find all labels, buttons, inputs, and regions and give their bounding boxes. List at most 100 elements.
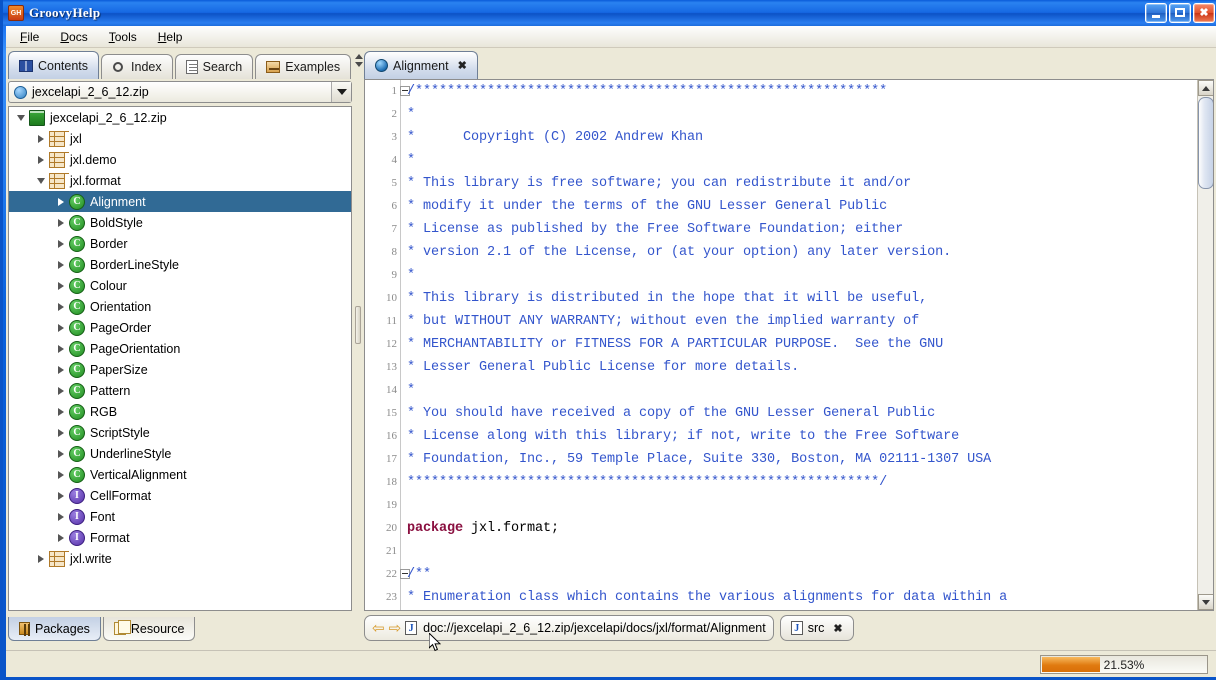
expand-toggle-closed-icon[interactable] — [55, 196, 66, 207]
tab-index[interactable]: Index — [101, 54, 173, 79]
code-line[interactable]: * This library is free software; you can… — [402, 172, 1196, 195]
code-line[interactable]: * You should have received a copy of the… — [402, 402, 1196, 425]
package-tree[interactable]: jexcelapi_2_6_12.zip jxl jxl.demo jxl.forma… — [8, 106, 352, 611]
back-icon[interactable]: ⇦ — [372, 621, 385, 636]
expand-toggle-closed-icon[interactable] — [55, 385, 66, 396]
code-line[interactable]: * License along with this library; if no… — [402, 425, 1196, 448]
code-line[interactable]: /***************************************… — [402, 80, 1196, 103]
tree-node[interactable]: C PaperSize — [9, 359, 351, 380]
code-line[interactable] — [402, 494, 1196, 517]
forward-icon[interactable]: ⇨ — [389, 621, 402, 636]
tree-node[interactable]: I Format — [9, 527, 351, 548]
tree-node[interactable]: C Border — [9, 233, 351, 254]
code-line[interactable]: * Lesser General Public License for more… — [402, 356, 1196, 379]
tree-node[interactable]: C Alignment — [9, 191, 351, 212]
src-tab[interactable]: J src ✖ — [779, 615, 854, 641]
tree-node[interactable]: C ScriptStyle — [9, 422, 351, 443]
code-line[interactable]: * modify it under the terms of the GNU L… — [402, 195, 1196, 218]
expand-toggle-closed-icon[interactable] — [55, 217, 66, 228]
splitter-grip[interactable] — [355, 306, 361, 344]
expand-toggle-closed-icon[interactable] — [55, 343, 66, 354]
tree-node[interactable]: C PageOrientation — [9, 338, 351, 359]
expand-toggle-open-icon[interactable] — [35, 175, 46, 186]
expand-toggle-closed-icon[interactable] — [55, 364, 66, 375]
code-line[interactable] — [402, 540, 1196, 563]
code-line[interactable]: * This library is distributed in the hop… — [402, 287, 1196, 310]
bottom-tab-resource[interactable]: Resource — [102, 617, 196, 641]
code-line[interactable]: /** — [402, 563, 1196, 586]
tree-node[interactable]: C Colour — [9, 275, 351, 296]
expand-toggle-closed-icon[interactable] — [55, 427, 66, 438]
code-line[interactable]: * version 2.1 of the License, or (at you… — [402, 241, 1196, 264]
code-line[interactable]: * Enumeration class which contains the v… — [402, 586, 1196, 609]
tree-node[interactable]: I Font — [9, 506, 351, 527]
split-divider[interactable] — [352, 51, 364, 641]
expand-toggle-closed-icon[interactable] — [55, 301, 66, 312]
tree-node[interactable]: C Pattern — [9, 380, 351, 401]
close-button[interactable]: ✖ — [1193, 3, 1215, 23]
source-editor[interactable]: 1 2 3 4 5 6 7 8 9 10 11 12 13 14 15 16 17 18 19 20 21 22 23 /*… — [364, 79, 1214, 611]
code-content[interactable]: /***************************************… — [402, 80, 1196, 610]
chevron-down-icon[interactable] — [331, 82, 351, 102]
expand-toggle-closed-icon[interactable] — [55, 532, 66, 543]
scroll-up-button[interactable] — [1198, 80, 1213, 96]
expand-toggle-closed-icon[interactable] — [55, 259, 66, 270]
code-line[interactable]: * — [402, 379, 1196, 402]
menu-tools[interactable]: Tools — [105, 28, 141, 46]
editor-tab-close-icon[interactable]: ✖ — [458, 59, 467, 72]
tree-node[interactable]: C BoldStyle — [9, 212, 351, 233]
menu-docs[interactable]: Docs — [56, 28, 91, 46]
code-line[interactable]: package jxl.format; — [402, 517, 1196, 540]
tree-node[interactable]: C Orientation — [9, 296, 351, 317]
expand-toggle-closed-icon[interactable] — [55, 322, 66, 333]
expand-toggle-closed-icon[interactable] — [55, 490, 66, 501]
expand-toggle-closed-icon[interactable] — [35, 553, 46, 564]
tree-node[interactable]: jxl.write — [9, 548, 351, 569]
expand-toggle-closed-icon[interactable] — [55, 406, 66, 417]
tree-node[interactable]: C RGB — [9, 401, 351, 422]
expand-toggle-closed-icon[interactable] — [55, 238, 66, 249]
minimize-button[interactable] — [1145, 3, 1167, 23]
code-line[interactable]: * Foundation, Inc., 59 Temple Place, Sui… — [402, 448, 1196, 471]
code-line[interactable]: * Copyright (C) 2002 Andrew Khan — [402, 126, 1196, 149]
expand-toggle-closed-icon[interactable] — [55, 511, 66, 522]
menu-help[interactable]: Help — [154, 28, 187, 46]
tree-node[interactable]: C PageOrder — [9, 317, 351, 338]
tree-node[interactable]: C UnderlineStyle — [9, 443, 351, 464]
scroll-down-button[interactable] — [1198, 594, 1213, 610]
tree-node[interactable]: C BorderLineStyle — [9, 254, 351, 275]
collapse-left-icon[interactable] — [355, 54, 363, 59]
expand-toggle-closed-icon[interactable] — [35, 133, 46, 144]
src-tab-close-icon[interactable]: ✖ — [833, 622, 842, 635]
menu-file[interactable]: File — [16, 28, 43, 46]
tree-node[interactable]: C VerticalAlignment — [9, 464, 351, 485]
code-line[interactable]: * License as published by the Free Softw… — [402, 218, 1196, 241]
tree-node[interactable]: jxl.format — [9, 170, 351, 191]
expand-toggle-closed-icon[interactable] — [55, 469, 66, 480]
address-bar[interactable]: ⇦ ⇨ J doc://jexcelapi_2_6_12.zip/jexcela… — [364, 615, 774, 641]
expand-toggle-open-icon[interactable] — [15, 112, 26, 123]
collapse-right-icon[interactable] — [355, 62, 363, 67]
tree-node[interactable]: jxl.demo — [9, 149, 351, 170]
code-line[interactable]: * — [402, 149, 1196, 172]
tab-contents[interactable]: Contents — [8, 51, 100, 79]
maximize-button[interactable] — [1169, 3, 1191, 23]
tree-node[interactable]: jexcelapi_2_6_12.zip — [9, 107, 351, 128]
tab-search[interactable]: Search — [174, 54, 254, 79]
code-line[interactable]: * — [402, 103, 1196, 126]
scrollbar-thumb[interactable] — [1198, 97, 1213, 189]
code-line[interactable]: ****************************************… — [402, 471, 1196, 494]
bottom-tab-packages[interactable]: Packages — [8, 617, 101, 641]
editor-tab-alignment[interactable]: Alignment ✖ — [364, 51, 478, 79]
code-line[interactable]: * — [402, 264, 1196, 287]
tab-examples[interactable]: Examples — [255, 54, 352, 79]
archive-combobox[interactable]: jexcelapi_2_6_12.zip — [8, 81, 352, 103]
code-line[interactable]: * but WITHOUT ANY WARRANTY; without even… — [402, 310, 1196, 333]
tree-node[interactable]: jxl — [9, 128, 351, 149]
expand-toggle-closed-icon[interactable] — [55, 280, 66, 291]
expand-toggle-closed-icon[interactable] — [55, 448, 66, 459]
expand-toggle-closed-icon[interactable] — [35, 154, 46, 165]
tree-node[interactable]: I CellFormat — [9, 485, 351, 506]
code-line[interactable]: * MERCHANTABILITY or FITNESS FOR A PARTI… — [402, 333, 1196, 356]
editor-vertical-scrollbar[interactable] — [1197, 80, 1213, 610]
